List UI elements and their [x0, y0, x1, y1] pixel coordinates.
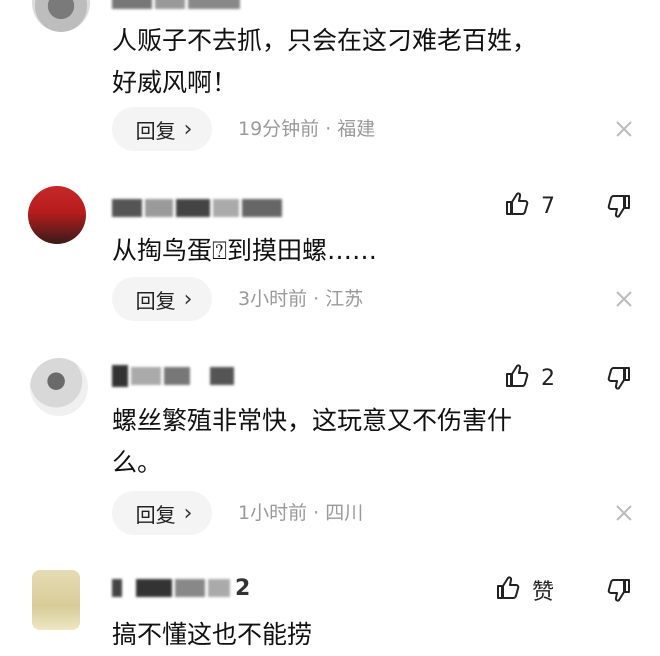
- comment-text: 搞不懂这也不能捞: [112, 620, 313, 649]
- username-suffix: 2: [235, 575, 251, 601]
- username-obscured[interactable]: [112, 364, 234, 388]
- chevron-right-icon: ›: [183, 286, 193, 312]
- comment-text: 螺丝繁殖非常快，这玩意又不伤害什 么。: [112, 406, 513, 477]
- chevron-right-icon: ›: [183, 500, 193, 526]
- username-obscured[interactable]: 2: [112, 575, 251, 601]
- thumbs-down-icon: [605, 367, 633, 396]
- thumbs-up-icon: [503, 362, 531, 394]
- username-obscured[interactable]: [112, 196, 282, 220]
- avatar[interactable]: [28, 186, 86, 244]
- dislike-button[interactable]: [605, 192, 633, 224]
- reply-button[interactable]: 回复 ›: [112, 277, 212, 321]
- comment-text: 从掏鸟蛋⍰到摸田螺……: [112, 236, 378, 265]
- thumbs-up-icon: [494, 574, 522, 606]
- reply-button[interactable]: 回复 ›: [112, 107, 212, 151]
- avatar[interactable]: [32, 570, 80, 630]
- thumbs-down-icon: [605, 579, 633, 608]
- close-icon[interactable]: [612, 117, 636, 141]
- like-label: 赞: [532, 580, 555, 605]
- like-count: 7: [541, 193, 555, 219]
- like-count: 2: [541, 365, 555, 391]
- avatar[interactable]: [32, 0, 90, 32]
- like-button[interactable]: 7: [503, 190, 555, 222]
- thumbs-up-icon: [503, 190, 531, 222]
- comment-meta: 3小时前 · 江苏: [238, 288, 364, 310]
- reply-button[interactable]: 回复 ›: [112, 491, 212, 535]
- close-icon[interactable]: [612, 287, 636, 311]
- comment-meta: 19分钟前 · 福建: [238, 118, 376, 140]
- like-button[interactable]: 2: [503, 362, 555, 394]
- comment-meta: 1小时前 · 四川: [238, 502, 364, 524]
- thumbs-down-icon: [605, 195, 633, 224]
- chevron-right-icon: ›: [183, 116, 193, 142]
- comment-text: 人贩子不去抓，只会在这刁难老百姓， 好威风啊！: [112, 26, 538, 97]
- like-button[interactable]: 赞: [494, 574, 554, 606]
- dislike-button[interactable]: [605, 364, 633, 396]
- username-obscured[interactable]: [112, 0, 240, 12]
- avatar[interactable]: [30, 358, 88, 416]
- dislike-button[interactable]: [605, 576, 633, 608]
- close-icon[interactable]: [612, 501, 636, 525]
